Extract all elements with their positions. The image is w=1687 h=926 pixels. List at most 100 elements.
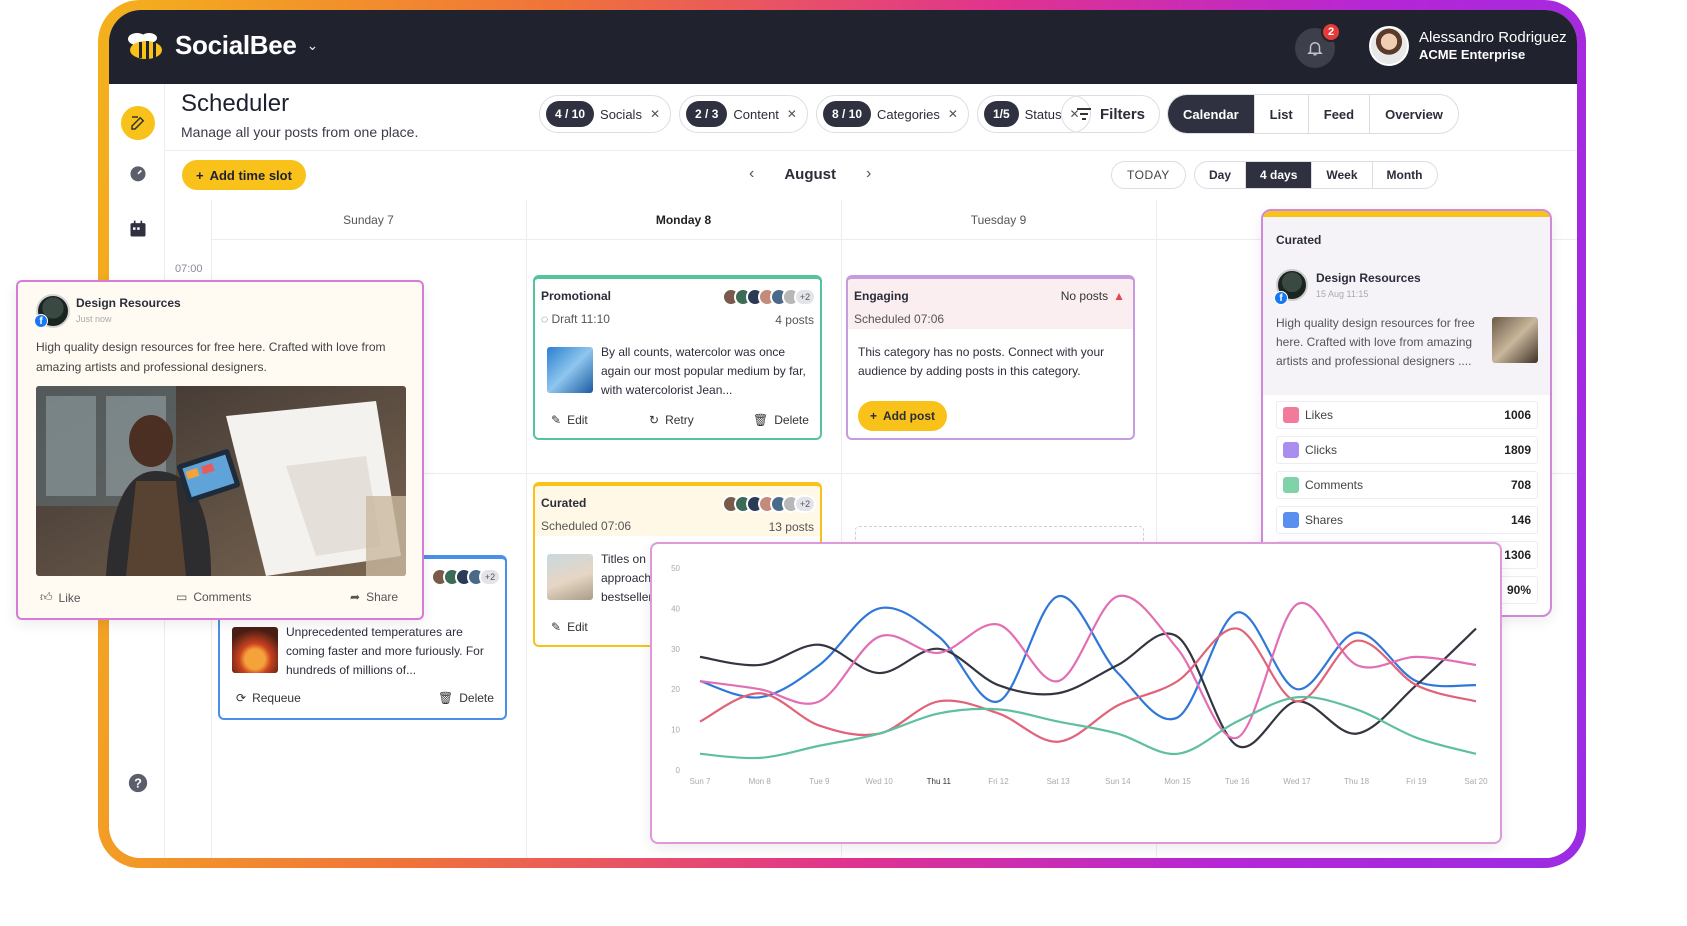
metric-label: Likes <box>1305 408 1334 422</box>
today-button[interactable]: TODAY <box>1111 161 1186 189</box>
metric-row: Comments 708 <box>1276 471 1538 499</box>
card-status: ◌ Draft 11:10 <box>541 312 610 326</box>
post-image <box>36 386 406 576</box>
stats-author: Design Resources <box>1316 271 1421 285</box>
share-button[interactable]: ➦ Share <box>350 590 398 604</box>
close-icon[interactable]: ✕ <box>650 107 660 121</box>
add-post-button[interactable]: + Add post <box>858 401 948 431</box>
metric-value: 708 <box>1510 478 1531 492</box>
range-month[interactable]: Month <box>1371 162 1437 188</box>
month-navigator: ‹ August › <box>749 165 871 183</box>
chevron-left-icon[interactable]: ‹ <box>749 165 754 183</box>
brand-logo[interactable]: SocialBee ⌄ <box>125 30 318 61</box>
chip-count: 2 / 3 <box>686 101 728 127</box>
no-posts-label: No posts <box>1060 289 1109 303</box>
filter-chip-socials[interactable]: 4 / 10 Socials ✕ <box>539 95 672 133</box>
user-org: ACME Enterprise <box>1419 47 1526 62</box>
time-label: 07:00 <box>175 263 203 275</box>
more-count: +2 <box>794 288 816 306</box>
edit-button[interactable]: ✎ Edit <box>551 413 588 427</box>
share-icon: ➦ <box>350 590 361 604</box>
dashboard-icon[interactable] <box>121 156 155 190</box>
x-tick-label: Sun 7 <box>690 777 711 786</box>
requeue-button[interactable]: ⟳ Requeue <box>236 691 301 705</box>
card-text: Unprecedented temperatures are coming fa… <box>286 625 484 677</box>
card-status: Scheduled 07:06 <box>541 519 632 533</box>
no-posts-warning: No posts ▲ <box>1061 289 1125 303</box>
divider <box>526 200 527 858</box>
post-card-promotional[interactable]: Promotional +2 ◌ Draft 11:10 4 posts By … <box>533 275 822 440</box>
stats-text: High quality design resources for free h… <box>1276 316 1475 368</box>
share-label: Share <box>366 590 399 604</box>
y-tick-label: 10 <box>671 726 680 735</box>
delete-button[interactable]: 🗑︎ Delete <box>438 691 494 705</box>
add-post-label: Add post <box>883 409 936 423</box>
card-post-count: 4 posts <box>775 313 814 327</box>
close-icon[interactable]: ✕ <box>948 107 958 121</box>
comments-label: Comments <box>193 590 252 604</box>
chip-label: Categories <box>877 106 940 122</box>
chevron-right-icon[interactable]: › <box>866 165 871 183</box>
x-tick-label: Mon 8 <box>749 777 772 786</box>
range-week[interactable]: Week <box>1311 162 1371 188</box>
trash-icon: 🗑︎ <box>753 413 769 427</box>
metric-icon <box>1283 442 1299 458</box>
like-button[interactable]: 👍︎ Like <box>40 590 81 605</box>
card-post-count: 13 posts <box>768 520 814 534</box>
brand-name: SocialBee <box>175 30 297 60</box>
divider <box>165 150 1577 151</box>
card-text: By all counts, watercolor was once again… <box>601 345 806 397</box>
bell-icon <box>1307 42 1323 56</box>
delete-label: Delete <box>774 413 809 427</box>
retry-button[interactable]: ↻ Retry <box>649 413 694 427</box>
series-line-2 <box>699 627 1477 749</box>
chevron-down-icon[interactable]: ⌄ <box>307 37 319 54</box>
pencil-icon: ✎ <box>551 620 562 634</box>
delete-label: Delete <box>459 691 494 705</box>
post-text: High quality design resources for free h… <box>36 340 386 374</box>
delete-button[interactable]: 🗑︎ Delete <box>753 413 809 427</box>
x-tick-label: Sat 20 <box>1464 777 1488 786</box>
filter-icon <box>1077 108 1091 120</box>
x-tick-label: Sat 13 <box>1047 777 1071 786</box>
metric-row: Clicks 1809 <box>1276 436 1538 464</box>
compose-icon[interactable] <box>121 106 155 140</box>
calendar-icon[interactable] <box>121 212 155 246</box>
card-title: Engaging <box>854 289 909 303</box>
line-chart-svg: 0 10 20 30 40 50 Sun 7 Mon 8 Tue 9 Wed 10 Thu 11 Fr… <box>671 564 1488 786</box>
help-icon[interactable]: ? <box>121 766 155 800</box>
range-4-days[interactable]: 4 days <box>1245 162 1312 188</box>
series-line-5 <box>699 695 1477 760</box>
view-list[interactable]: List <box>1253 95 1308 133</box>
filter-chips: 4 / 10 Socials ✕ 2 / 3 Content ✕ 8 / 10 Categ… <box>539 95 1091 133</box>
metric-row: Shares 146 <box>1276 506 1538 534</box>
view-overview[interactable]: Overview <box>1369 95 1458 133</box>
notification-badge: 2 <box>1321 22 1341 42</box>
chip-label: Socials <box>600 106 642 122</box>
filter-chip-categories[interactable]: 8 / 10 Categories ✕ <box>815 95 969 133</box>
metric-icon <box>1283 407 1299 423</box>
range-switcher: Day 4 days Week Month <box>1194 161 1438 189</box>
user-menu[interactable]: Alessandro Rodriguez ACME Enterprise <box>1369 26 1567 66</box>
more-count: +2 <box>479 568 501 586</box>
y-tick-label: 40 <box>671 604 680 613</box>
post-thumbnail <box>1492 317 1538 363</box>
plus-icon: + <box>196 167 204 183</box>
view-feed[interactable]: Feed <box>1307 95 1369 133</box>
x-tick-label: Wed 17 <box>1283 777 1311 786</box>
y-tick-label: 30 <box>671 645 680 654</box>
filters-button[interactable]: Filters <box>1061 95 1161 133</box>
post-thumbnail <box>232 627 278 673</box>
post-card-engaging[interactable]: Engaging No posts ▲ Scheduled 07:06 This… <box>846 275 1135 440</box>
metric-label: Comments <box>1305 478 1364 492</box>
edit-button[interactable]: ✎ Edit <box>551 620 588 634</box>
close-icon[interactable]: ✕ <box>787 107 797 121</box>
x-tick-label: Wed 10 <box>865 777 893 786</box>
add-time-slot-button[interactable]: + Add time slot <box>182 160 306 190</box>
view-calendar[interactable]: Calendar <box>1168 95 1254 133</box>
range-day[interactable]: Day <box>1195 162 1245 188</box>
social-avatars: +2 <box>722 495 816 513</box>
filter-chip-content[interactable]: 2 / 3 Content ✕ <box>679 95 808 133</box>
comments-button[interactable]: ▭ Comments <box>176 590 251 604</box>
social-avatars: +2 <box>431 568 501 586</box>
